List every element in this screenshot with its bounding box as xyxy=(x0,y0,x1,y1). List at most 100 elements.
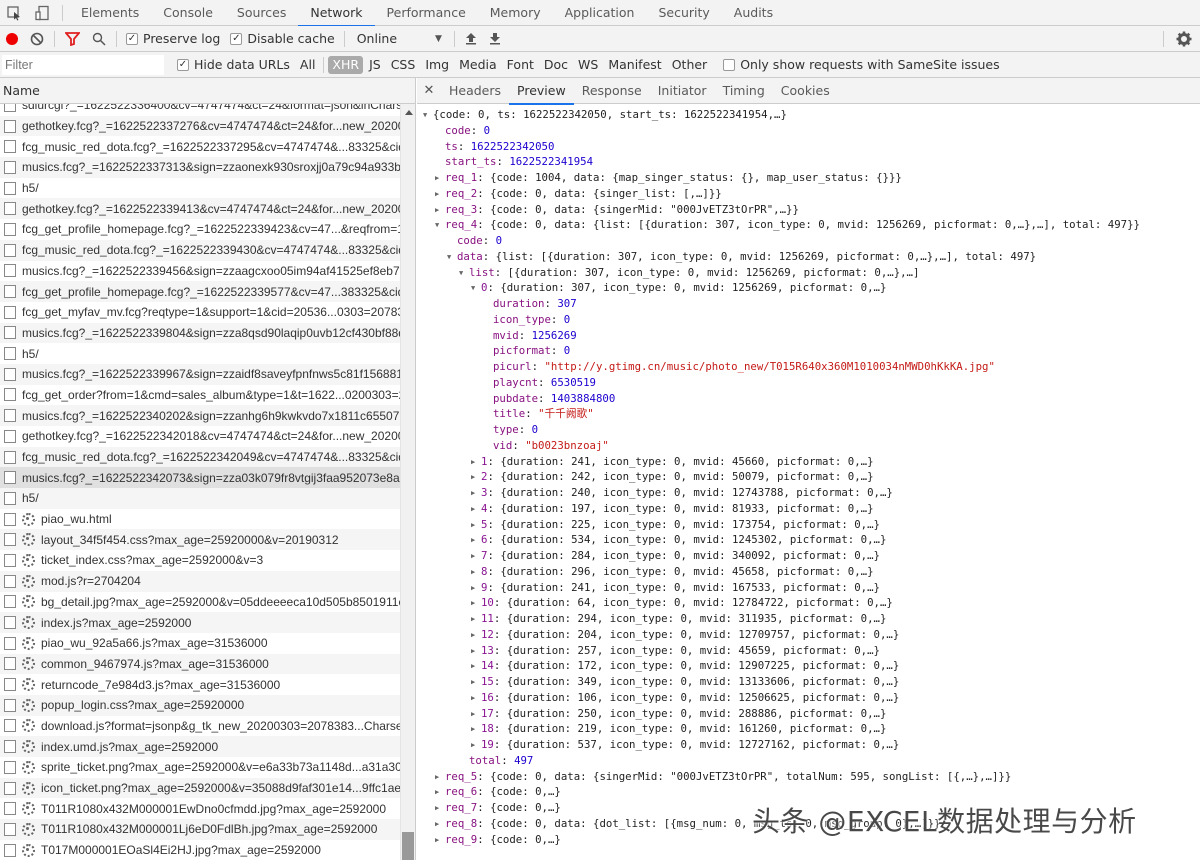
request-row[interactable]: sprite_ticket.png?max_age=2592000&v=e6a3… xyxy=(0,757,400,778)
json-field[interactable]: picformat: 0 xyxy=(417,343,1200,359)
samesite-checkbox[interactable]: Only show requests with SameSite issues xyxy=(718,57,1004,72)
type-filter-img[interactable]: Img xyxy=(421,56,453,74)
request-row[interactable]: musics.fcg?_=1622522339804&sign=zza8qsd9… xyxy=(0,322,400,344)
request-row[interactable]: T011R1080x432M000001EwDno0cfmdd.jpg?max_… xyxy=(0,798,400,819)
request-row[interactable]: musics.fcg?_=1622522339456&sign=zzaagcxo… xyxy=(0,261,400,282)
json-field[interactable]: code: 0 xyxy=(417,233,1200,249)
request-row[interactable]: piao_wu_92a5a66.js?max_age=31536000 xyxy=(0,633,400,654)
json-node-list-item[interactable]: ▶ 2: {duration: 242, icon_type: 0, mvid: … xyxy=(417,469,1200,485)
json-field[interactable]: type: 0 xyxy=(417,422,1200,438)
request-row[interactable]: musics.fcg?_=1622522337313&sign=zzaonexk… xyxy=(0,157,400,178)
request-row[interactable]: piao_wu.html xyxy=(0,509,400,530)
json-node-item-0[interactable]: ▼ 0: {duration: 307, icon_type: 0, mvid: … xyxy=(417,280,1200,296)
request-row[interactable]: fcg_get_myfav_mv.fcg?reqtype=1&support=1… xyxy=(0,302,400,323)
row-checkbox[interactable] xyxy=(4,222,16,236)
request-row[interactable]: h5/ xyxy=(0,178,400,199)
import-har-button[interactable] xyxy=(459,26,483,52)
request-row[interactable]: gethotkey.fcg?_=1622522337276&cv=4747474… xyxy=(0,115,400,137)
row-checkbox[interactable] xyxy=(4,471,16,485)
json-node-req-4[interactable]: ▼ req_4: {code: 0, data: {list: [{duratio… xyxy=(417,217,1200,233)
json-field[interactable]: vid: "b0023bnzoaj" xyxy=(417,438,1200,454)
json-node-list-item[interactable]: ▶ 18: {duration: 219, icon_type: 0, mvid:… xyxy=(417,721,1200,737)
tab-console[interactable]: Console xyxy=(151,0,225,26)
row-checkbox[interactable] xyxy=(4,781,16,795)
request-row[interactable]: h5/ xyxy=(0,488,400,509)
json-field[interactable]: code: 0 xyxy=(417,123,1200,139)
request-row[interactable]: bg_detail.jpg?max_age=2592000&v=05ddeeee… xyxy=(0,592,400,613)
json-node-list-item[interactable]: ▶ 11: {duration: 294, icon_type: 0, mvid:… xyxy=(417,611,1200,627)
row-checkbox[interactable] xyxy=(4,657,16,671)
detail-tab-headers[interactable]: Headers xyxy=(441,78,509,104)
preserve-log-checkbox[interactable]: ✓ Preserve log xyxy=(121,31,225,46)
tab-audits[interactable]: Audits xyxy=(722,0,785,26)
row-checkbox[interactable] xyxy=(4,119,16,133)
request-row[interactable]: ticket_index.css?max_age=2592000&v=3 xyxy=(0,550,400,571)
row-checkbox[interactable] xyxy=(4,202,16,216)
disable-cache-checkbox[interactable]: ✓ Disable cache xyxy=(225,31,339,46)
row-checkbox[interactable] xyxy=(4,595,16,609)
request-list-scrollbar[interactable] xyxy=(400,104,415,860)
type-filter-css[interactable]: CSS xyxy=(387,56,420,74)
row-checkbox[interactable] xyxy=(4,104,16,112)
row-checkbox[interactable] xyxy=(4,636,16,650)
json-field[interactable]: pubdate: 1403884800 xyxy=(417,391,1200,407)
request-row[interactable]: common_9467974.js?max_age=31536000 xyxy=(0,653,400,675)
hide-data-urls-checkbox[interactable]: ✓ Hide data URLs xyxy=(172,57,295,72)
json-field[interactable]: total: 497 xyxy=(417,753,1200,769)
row-checkbox[interactable] xyxy=(4,140,16,154)
detail-tab-preview[interactable]: Preview xyxy=(509,78,574,105)
row-checkbox[interactable] xyxy=(4,553,16,567)
request-row[interactable]: gethotkey.fcg?_=1622522339413&cv=4747474… xyxy=(0,198,400,220)
json-node-list-item[interactable]: ▶ 5: {duration: 225, icon_type: 0, mvid: … xyxy=(417,517,1200,533)
json-node-list-item[interactable]: ▶ 3: {duration: 240, icon_type: 0, mvid: … xyxy=(417,485,1200,501)
inspect-element-icon[interactable] xyxy=(0,0,28,26)
row-checkbox[interactable] xyxy=(4,285,16,299)
detail-tab-timing[interactable]: Timing xyxy=(715,78,773,104)
tab-sources[interactable]: Sources xyxy=(225,0,298,26)
json-field[interactable]: duration: 307 xyxy=(417,296,1200,312)
row-checkbox[interactable] xyxy=(4,326,16,340)
row-checkbox[interactable] xyxy=(4,450,16,464)
json-node-req-5[interactable]: ▶ req_5: {code: 0, data: {singerMid: "000… xyxy=(417,769,1200,785)
type-filter-media[interactable]: Media xyxy=(455,56,501,74)
json-node-list-item[interactable]: ▶ 14: {duration: 172, icon_type: 0, mvid:… xyxy=(417,658,1200,674)
row-checkbox[interactable] xyxy=(4,181,16,195)
settings-button[interactable] xyxy=(1168,26,1200,52)
type-filter-font[interactable]: Font xyxy=(503,56,538,74)
root-node[interactable]: ▼ {code: 0, ts: 1622522342050, start_ts: … xyxy=(417,107,1200,123)
row-checkbox[interactable] xyxy=(4,678,16,692)
request-row[interactable]: T017M000001EOaSl4Ei2HJ.jpg?max_age=25920… xyxy=(0,840,400,860)
scroll-thumb[interactable] xyxy=(402,832,414,860)
json-node-list-item[interactable]: ▶ 10: {duration: 64, icon_type: 0, mvid: … xyxy=(417,595,1200,611)
tab-memory[interactable]: Memory xyxy=(478,0,553,26)
filter-input[interactable] xyxy=(2,54,164,75)
request-row[interactable]: T011R1080x432M000001Lj6eD0FdlBh.jpg?max_… xyxy=(0,819,400,840)
json-node-req-1[interactable]: ▶ req_1: {code: 1004, data: {map_singer_s… xyxy=(417,170,1200,186)
row-checkbox[interactable] xyxy=(4,616,16,630)
filter-toggle-button[interactable] xyxy=(59,26,86,52)
type-filter-other[interactable]: Other xyxy=(668,56,712,74)
request-row[interactable]: fcg_get_profile_homepage.fcg?_=162252233… xyxy=(0,219,400,240)
json-node-req-2[interactable]: ▶ req_2: {code: 0, data: {singer_list: [,… xyxy=(417,186,1200,202)
clear-button[interactable] xyxy=(24,26,50,52)
row-checkbox[interactable] xyxy=(4,802,16,816)
request-row[interactable]: gethotkey.fcg?_=1622522342018&cv=4747474… xyxy=(0,426,400,447)
row-checkbox[interactable] xyxy=(4,160,16,174)
json-field[interactable]: start_ts: 1622522341954 xyxy=(417,154,1200,170)
request-row[interactable]: musics.fcg?_=1622522342073&sign=zza03k07… xyxy=(0,467,400,489)
json-node-list-item[interactable]: ▶ 17: {duration: 250, icon_type: 0, mvid:… xyxy=(417,706,1200,722)
request-row[interactable]: icon_ticket.png?max_age=2592000&v=35088d… xyxy=(0,777,400,799)
row-checkbox[interactable] xyxy=(4,740,16,754)
json-node-list-item[interactable]: ▶ 16: {duration: 106, icon_type: 0, mvid:… xyxy=(417,690,1200,706)
tab-network[interactable]: Network xyxy=(298,0,375,27)
json-field[interactable]: mvid: 1256269 xyxy=(417,328,1200,344)
row-checkbox[interactable] xyxy=(4,822,16,836)
tab-application[interactable]: Application xyxy=(553,0,647,26)
row-checkbox[interactable] xyxy=(4,243,16,257)
row-checkbox[interactable] xyxy=(4,347,16,361)
row-checkbox[interactable] xyxy=(4,367,16,381)
detail-tab-cookies[interactable]: Cookies xyxy=(773,78,838,104)
request-row[interactable]: returncode_7e984d3.js?max_age=31536000 xyxy=(0,674,400,695)
type-filter-doc[interactable]: Doc xyxy=(540,56,572,74)
json-node-list-item[interactable]: ▶ 13: {duration: 257, icon_type: 0, mvid:… xyxy=(417,643,1200,659)
